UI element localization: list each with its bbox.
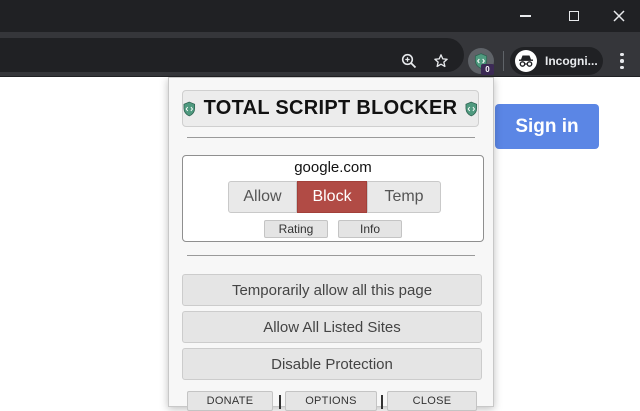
extension-badge: 0 <box>481 64 494 75</box>
divider <box>187 255 475 256</box>
window-titlebar <box>0 0 640 32</box>
maximize-icon <box>569 11 579 21</box>
footer-separator <box>381 395 383 409</box>
sign-in-button[interactable]: Sign in <box>495 104 599 149</box>
profile-label: Incogni... <box>545 54 598 68</box>
temp-button[interactable]: Temp <box>367 181 441 213</box>
zoom-magnifier-icon <box>401 53 417 69</box>
shield-code-icon <box>183 101 196 116</box>
maximize-button[interactable] <box>551 0 597 32</box>
allow-listed-sites-button[interactable]: Allow All Listed Sites <box>182 311 482 343</box>
current-domain: google.com <box>294 159 372 176</box>
footer-separator <box>279 395 281 409</box>
shield-code-icon <box>465 101 478 116</box>
zoom-button[interactable] <box>397 49 421 73</box>
minimize-button[interactable] <box>502 0 548 32</box>
bookmark-star-button[interactable] <box>429 49 453 73</box>
close-popup-button[interactable]: CLOSE <box>387 391 477 411</box>
temporarily-allow-page-button[interactable]: Temporarily allow all this page <box>182 274 482 306</box>
incognito-avatar <box>515 50 537 72</box>
rating-button[interactable]: Rating <box>264 220 328 238</box>
incognito-icon <box>519 55 533 67</box>
allow-button[interactable]: Allow <box>228 181 297 213</box>
star-icon <box>434 54 448 68</box>
donate-button[interactable]: DONATE <box>187 391 273 411</box>
minimize-icon <box>519 15 531 17</box>
close-window-button[interactable] <box>596 0 640 32</box>
script-blocker-popup: TOTAL SCRIPT BLOCKER google.com Allow Bl… <box>168 77 494 411</box>
kebab-menu-icon <box>620 52 624 57</box>
toolbar-divider <box>503 51 504 71</box>
address-bar[interactable] <box>0 38 464 72</box>
site-control-panel: google.com Allow Block Temp Rating Info <box>182 155 484 242</box>
browser-menu-button[interactable] <box>612 49 632 73</box>
info-button[interactable]: Info <box>338 220 402 238</box>
options-button[interactable]: OPTIONS <box>285 391 377 411</box>
close-icon <box>613 10 625 22</box>
block-button[interactable]: Block <box>297 181 367 213</box>
mode-segmented-control: Allow Block Temp <box>228 181 441 213</box>
popup-title: TOTAL SCRIPT BLOCKER <box>203 97 458 119</box>
disable-protection-button[interactable]: Disable Protection <box>182 348 482 380</box>
popup-header: TOTAL SCRIPT BLOCKER <box>182 90 479 127</box>
profile-button[interactable]: Incogni... <box>510 47 603 75</box>
divider <box>187 137 475 138</box>
